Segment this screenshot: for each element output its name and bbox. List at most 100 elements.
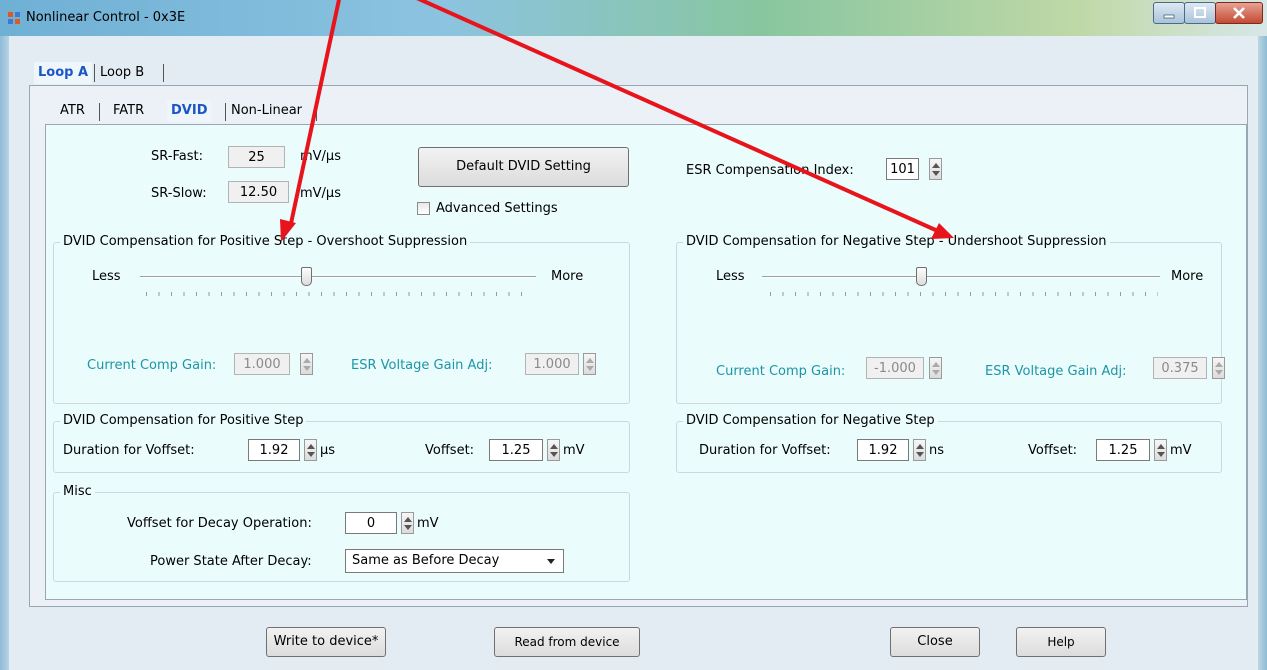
neg-duration-spinner[interactable] — [913, 439, 926, 461]
spin-down-icon — [550, 452, 558, 457]
maximize-button[interactable] — [1184, 2, 1216, 24]
overshoot-slider-track[interactable] — [140, 276, 536, 278]
tab-atr[interactable]: ATR — [56, 100, 89, 122]
window-frame-right — [1258, 36, 1267, 670]
window-frame-left — [0, 36, 9, 670]
tab-separator — [316, 103, 317, 121]
esr-index-field[interactable]: 101 — [886, 158, 919, 180]
decay-voffset-label: Voffset for Decay Operation: — [127, 516, 312, 531]
pos-current-comp-label: Current Comp Gain: — [87, 358, 217, 373]
decay-voffset-spinner[interactable] — [401, 512, 414, 534]
neg-duration-unit: ns — [929, 443, 945, 458]
neg-voffset-spinner[interactable] — [1154, 439, 1167, 461]
pos-voffset-field[interactable]: 1.25 — [489, 439, 543, 461]
spin-up-icon — [932, 362, 940, 367]
spin-down-icon — [1157, 452, 1165, 457]
minimize-icon — [1163, 14, 1175, 19]
slider-ticks — [770, 292, 1158, 296]
pos-duration-label: Duration for Voffset: — [63, 443, 195, 458]
neg-voffset-field[interactable]: 1.25 — [1096, 439, 1150, 461]
spin-down-icon — [916, 452, 924, 457]
pos-current-comp-field[interactable]: 1.000 — [234, 353, 290, 375]
window-title: Nonlinear Control - 0x3E — [26, 10, 186, 25]
close-window-button[interactable] — [1215, 2, 1263, 24]
spin-up-icon — [303, 358, 311, 363]
read-from-device-button[interactable]: Read from device — [494, 627, 640, 657]
slider-less-label: Less — [716, 269, 745, 284]
spin-down-icon — [404, 525, 412, 530]
positive-step-title: DVID Compensation for Positive Step — [60, 413, 307, 428]
pos-voffset-label: Voffset: — [425, 443, 475, 458]
spin-up-icon — [1157, 444, 1165, 449]
neg-duration-label: Duration for Voffset: — [699, 443, 831, 458]
maximize-icon — [1194, 7, 1206, 18]
negative-suppression-title: DVID Compensation for Negative Step - Un… — [683, 234, 1110, 249]
pos-esr-gain-label: ESR Voltage Gain Adj: — [351, 358, 493, 373]
positive-suppression-title: DVID Compensation for Positive Step - Ov… — [60, 234, 471, 249]
neg-voffset-label: Voffset: — [1028, 443, 1078, 458]
slider-ticks — [146, 292, 532, 296]
close-button[interactable]: Close — [890, 627, 980, 657]
tab-loop-b[interactable]: Loop B — [96, 62, 148, 84]
sr-fast-label: SR-Fast: — [151, 149, 203, 164]
default-dvid-setting-button[interactable]: Default DVID Setting — [418, 147, 629, 187]
slider-more-label: More — [1171, 269, 1204, 284]
spin-up-icon — [1215, 362, 1223, 367]
misc-title: Misc — [60, 484, 95, 499]
neg-current-comp-label: Current Comp Gain: — [716, 364, 846, 379]
spin-up-icon — [916, 444, 924, 449]
tab-non-linear[interactable]: Non-Linear — [227, 100, 306, 122]
power-state-value: Same as Before Decay — [352, 553, 500, 568]
positive-suppression-group: DVID Compensation for Positive Step - Ov… — [53, 234, 630, 404]
negative-suppression-group: DVID Compensation for Negative Step - Un… — [676, 234, 1222, 404]
decay-voffset-field[interactable]: 0 — [345, 512, 397, 534]
undershoot-slider-thumb[interactable] — [916, 267, 928, 286]
pos-duration-spinner[interactable] — [304, 439, 317, 461]
sr-fast-field[interactable]: 25 — [228, 146, 285, 168]
sr-slow-field[interactable]: 12.50 — [228, 181, 289, 203]
power-state-dropdown[interactable]: Same as Before Decay — [345, 549, 564, 573]
pos-esr-gain-spinner[interactable] — [583, 353, 596, 375]
pos-esr-gain-field[interactable]: 1.000 — [525, 353, 579, 375]
spin-up-icon — [932, 163, 940, 168]
esr-index-label: ESR Compensation Index: — [686, 163, 854, 178]
sr-fast-unit: mV/µs — [300, 149, 341, 164]
advanced-settings-checkbox[interactable] — [417, 202, 430, 215]
spin-down-icon — [586, 366, 594, 371]
close-icon — [1233, 7, 1245, 19]
spin-up-icon — [307, 444, 315, 449]
minimize-button[interactable] — [1153, 2, 1185, 24]
chevron-down-icon — [547, 559, 555, 564]
pos-voffset-unit: mV — [563, 443, 585, 458]
write-to-device-button[interactable]: Write to device* — [266, 627, 386, 657]
tab-separator — [163, 64, 164, 82]
tab-separator — [225, 103, 226, 121]
tab-dvid[interactable]: DVID — [167, 100, 212, 122]
help-button[interactable]: Help — [1016, 627, 1106, 657]
spin-down-icon — [307, 452, 315, 457]
sr-slow-unit: mV/µs — [300, 186, 341, 201]
spin-up-icon — [586, 358, 594, 363]
spin-down-icon — [1215, 370, 1223, 375]
undershoot-slider-track[interactable] — [762, 276, 1160, 278]
pos-duration-unit: µs — [320, 443, 336, 458]
pos-duration-field[interactable]: 1.92 — [248, 439, 300, 461]
esr-index-spinner[interactable] — [929, 158, 942, 180]
neg-current-comp-spinner[interactable] — [929, 357, 942, 379]
neg-voffset-unit: mV — [1170, 443, 1192, 458]
spin-down-icon — [932, 370, 940, 375]
advanced-settings-label: Advanced Settings — [436, 201, 558, 216]
title-bar[interactable]: Nonlinear Control - 0x3E — [0, 0, 1267, 36]
spin-up-icon — [550, 444, 558, 449]
tab-fatr[interactable]: FATR — [109, 100, 148, 122]
overshoot-slider-thumb[interactable] — [301, 267, 313, 286]
neg-current-comp-field[interactable]: -1.000 — [866, 357, 924, 379]
tab-loop-a[interactable]: Loop A — [34, 62, 93, 84]
neg-duration-field[interactable]: 1.92 — [857, 439, 909, 461]
pos-current-comp-spinner[interactable] — [300, 353, 313, 375]
neg-esr-gain-spinner[interactable] — [1212, 357, 1225, 379]
power-state-label: Power State After Decay: — [150, 554, 312, 569]
pos-voffset-spinner[interactable] — [547, 439, 560, 461]
neg-esr-gain-field[interactable]: 0.375 — [1153, 357, 1207, 379]
neg-esr-gain-label: ESR Voltage Gain Adj: — [985, 364, 1127, 379]
